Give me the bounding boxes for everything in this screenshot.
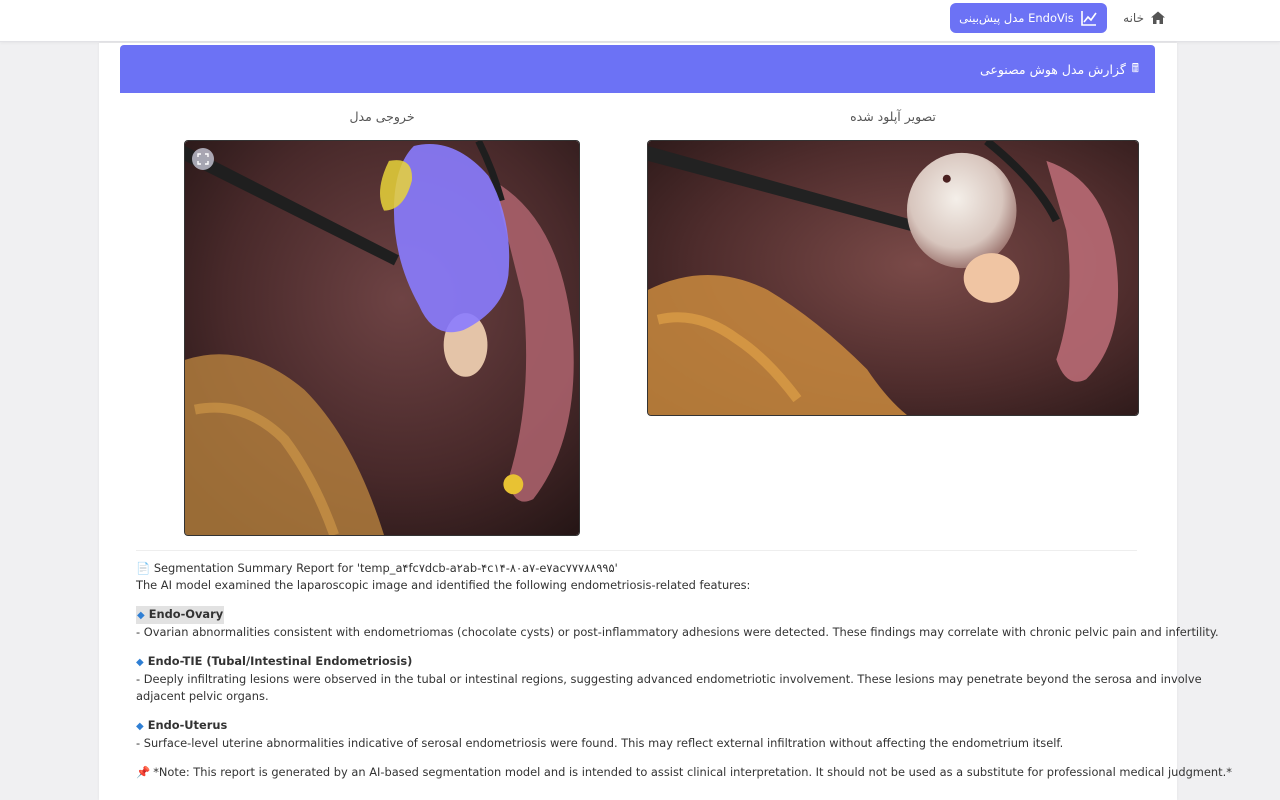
endovis-model-button[interactable]: مدل پیش‌بینی EndoVis: [950, 3, 1107, 33]
section-text: adjacent pelvic organs.: [136, 689, 269, 703]
section-text: - Ovarian abnormalities consistent with …: [136, 625, 1219, 639]
blue-diamond-icon: ◆: [137, 610, 145, 621]
blue-diamond-icon: ◆: [136, 657, 144, 668]
home-label: خانه: [1123, 11, 1144, 25]
report-intro: The AI model examined the laparoscopic i…: [136, 578, 751, 592]
fullscreen-button[interactable]: [192, 148, 214, 170]
note-text: *Note: This report is generated by an AI…: [153, 765, 1232, 779]
report-title: Segmentation Summary Report for 'temp_a۴…: [153, 561, 618, 575]
document-icon: 📄: [136, 561, 151, 575]
card-header: گزارش مدل هوش مصنوعی 🖩: [120, 45, 1155, 93]
model-output-title: خروجی مدل: [349, 109, 415, 124]
segmentation-report: 📄 Segmentation Summary Report for 'temp_…: [136, 560, 1232, 781]
section-heading: Endo-Uterus: [147, 718, 228, 732]
home-link[interactable]: خانه: [1123, 8, 1166, 28]
blue-diamond-icon: ◆: [136, 721, 144, 732]
section-endo-ovary-heading: ◆ Endo-Ovary: [136, 606, 1146, 624]
laparoscopic-image: [648, 141, 1138, 415]
section-endo-tie-heading: ◆ Endo-TIE (Tubal/Intestinal Endometriosi…: [136, 653, 1146, 671]
pushpin-icon: 📌: [136, 765, 151, 779]
line-chart-icon: [1081, 11, 1097, 26]
report-title-line: 📄 Segmentation Summary Report for 'temp_…: [136, 560, 1146, 577]
model-output-image: [184, 140, 580, 536]
uploaded-image-title: تصویر آپلود شده: [850, 109, 936, 124]
report-card: گزارش مدل هوش مصنوعی 🖩 تصویر آپلود شده خ…: [99, 43, 1232, 800]
section-heading: Endo-TIE (Tubal/Intestinal Endometriosis…: [147, 654, 413, 668]
home-icon: [1151, 11, 1165, 24]
section-heading: Endo-Ovary: [148, 607, 224, 621]
uploaded-image: [647, 140, 1139, 416]
section-endo-uterus-heading: ◆ Endo-Uterus: [136, 717, 1146, 735]
segmentation-overlay-image: [185, 141, 579, 535]
document-icon: 🖩: [1131, 60, 1139, 75]
report-note: 📌 *Note: This report is generated by an A…: [136, 764, 1232, 781]
section-text: - Surface-level uterine abnormalities in…: [136, 736, 1064, 750]
fullscreen-icon: [197, 153, 209, 165]
divider: [136, 550, 1137, 551]
section-text: - Deeply infiltrating lesions were obser…: [136, 672, 1202, 686]
endovis-model-label: مدل پیش‌بینی EndoVis: [959, 11, 1074, 25]
top-navbar: خانه مدل پیش‌بینی EndoVis: [0, 0, 1280, 42]
card-header-title: گزارش مدل هوش مصنوعی: [979, 61, 1126, 77]
